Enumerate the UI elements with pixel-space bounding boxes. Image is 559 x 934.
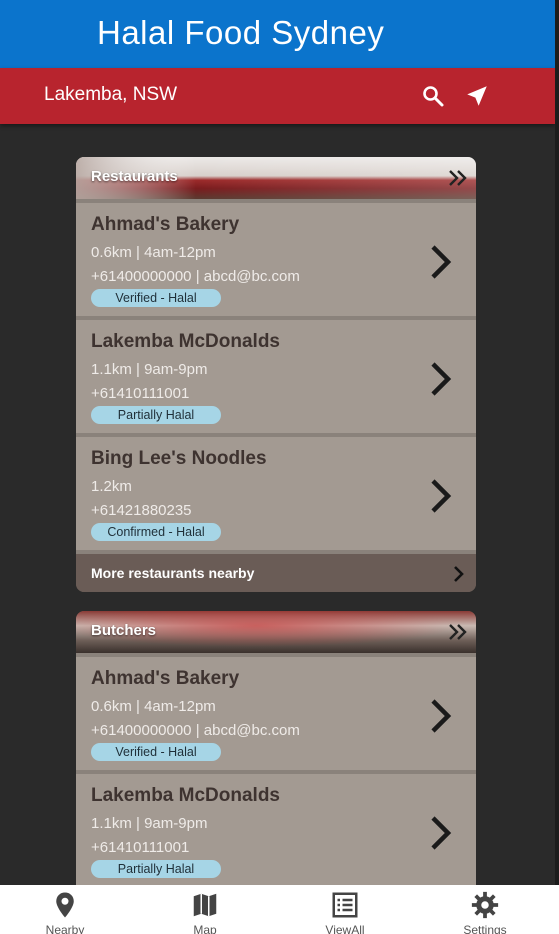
double-chevron-right-icon[interactable] <box>446 166 470 190</box>
item-contact: +61400000000 | abcd@bc.com <box>91 268 300 285</box>
restaurants-title: Restaurants <box>91 168 178 185</box>
map-pin-icon <box>56 892 74 918</box>
search-icon[interactable] <box>421 84 445 108</box>
item-distance-hours: 0.6km | 4am-12pm <box>91 244 216 261</box>
nav-map-label: Map <box>193 923 217 934</box>
location-bar: Lakemba, NSW <box>0 68 555 124</box>
restaurants-card: Restaurants Ahmad's Bakery 0.6km | 4am-1… <box>76 157 476 592</box>
item-name: Lakemba McDonalds <box>91 331 280 352</box>
chevron-right-icon[interactable] <box>428 697 454 735</box>
item-distance-hours: 1.1km | 9am-9pm <box>91 815 208 832</box>
item-contact: +61410111001 <box>91 839 190 856</box>
nav-settings-label: Settings <box>463 923 507 934</box>
butchers-title: Butchers <box>91 622 157 639</box>
scroll-edge <box>555 0 559 885</box>
item-distance-hours: 0.6km | 4am-12pm <box>91 698 216 715</box>
status-badge: Verified - Halal <box>91 743 221 761</box>
status-badge: Verified - Halal <box>91 289 221 307</box>
butchers-card: Butchers Ahmad's Bakery 0.6km | 4am-12pm… <box>76 611 476 885</box>
restaurants-header[interactable]: Restaurants <box>76 157 476 199</box>
status-badge: Confirmed - Halal <box>91 523 221 541</box>
item-name: Bing Lee's Noodles <box>91 448 267 469</box>
item-name: Lakemba McDonalds <box>91 785 280 806</box>
navigation-arrow-icon[interactable] <box>464 83 490 109</box>
nav-nearby-label: Nearby <box>45 923 85 934</box>
more-restaurants-label: More restaurants nearby <box>91 565 255 581</box>
status-badge: Partially Halal <box>91 860 221 878</box>
item-distance-hours: 1.2km <box>91 478 132 495</box>
list-item[interactable]: Lakemba McDonalds 1.1km | 9am-9pm +61410… <box>76 770 476 885</box>
chevron-right-icon[interactable] <box>428 477 454 515</box>
app-bar: Halal Food Sydney <box>0 0 555 68</box>
chevron-right-icon[interactable] <box>428 243 454 281</box>
item-contact: +61400000000 | abcd@bc.com <box>91 722 300 739</box>
double-chevron-right-icon[interactable] <box>446 620 470 644</box>
list-item[interactable]: Bing Lee's Noodles 1.2km +61421880235 Co… <box>76 433 476 550</box>
more-restaurants-link[interactable]: More restaurants nearby <box>76 550 476 592</box>
location-label[interactable]: Lakemba, NSW <box>44 84 177 106</box>
gear-icon <box>471 891 499 919</box>
list-item[interactable]: Ahmad's Bakery 0.6km | 4am-12pm +6140000… <box>76 199 476 316</box>
butchers-header[interactable]: Butchers <box>76 611 476 653</box>
item-distance-hours: 1.1km | 9am-9pm <box>91 361 208 378</box>
status-badge: Partially Halal <box>91 406 221 424</box>
item-name: Ahmad's Bakery <box>91 668 240 689</box>
item-contact: +61410111001 <box>91 385 190 402</box>
app-title: Halal Food Sydney <box>97 14 385 51</box>
item-contact: +61421880235 <box>91 502 192 519</box>
nav-map[interactable]: Map <box>135 885 275 934</box>
nav-viewall-label: ViewAll <box>325 923 365 934</box>
chevron-right-icon[interactable] <box>428 814 454 852</box>
nav-viewall[interactable]: ViewAll <box>275 885 415 934</box>
map-icon <box>193 893 217 917</box>
chevron-right-icon <box>454 566 464 582</box>
nav-settings[interactable]: Settings <box>415 885 555 934</box>
nav-nearby[interactable]: Nearby <box>0 885 135 934</box>
list-item[interactable]: Lakemba McDonalds 1.1km | 9am-9pm +61410… <box>76 316 476 433</box>
bottom-navigation: Nearby Map ViewAll Settings <box>0 885 559 934</box>
list-item[interactable]: Ahmad's Bakery 0.6km | 4am-12pm +6140000… <box>76 653 476 770</box>
list-icon <box>332 892 358 918</box>
item-name: Ahmad's Bakery <box>91 214 240 235</box>
chevron-right-icon[interactable] <box>428 360 454 398</box>
